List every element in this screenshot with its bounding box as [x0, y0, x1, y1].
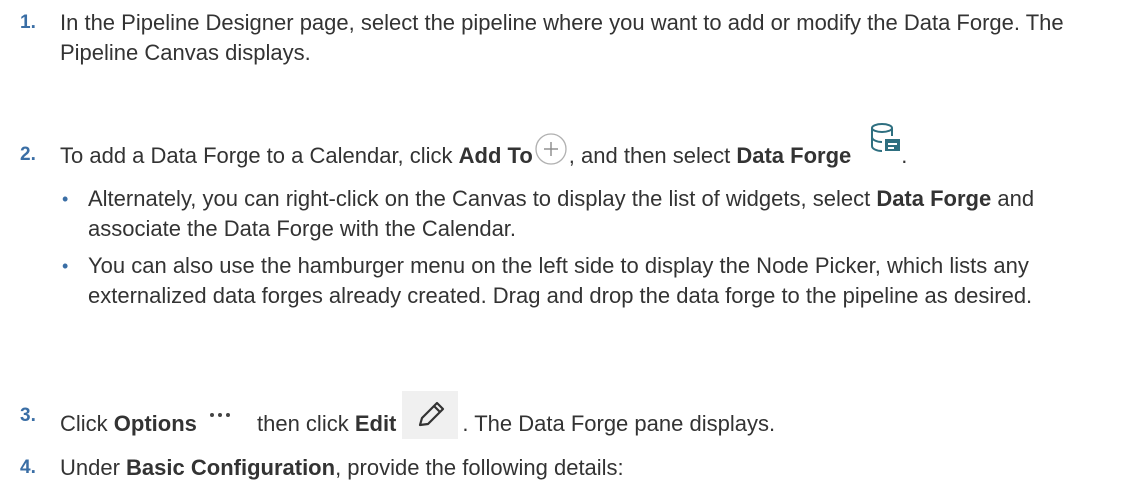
step-text: Click Options then click Edit. The Data … [60, 391, 1120, 449]
bullet-dot: • [62, 189, 69, 209]
step-number: 3. [20, 405, 36, 426]
data-forge-label: Data Forge [736, 142, 852, 168]
basic-configuration-label: Basic Configuration [126, 455, 336, 480]
step-number: 2. [20, 144, 36, 165]
step-text-part: To add a Data Forge to a Calendar, click [60, 142, 459, 168]
bullet-text: Alternately, you can right-click on the … [88, 186, 1035, 241]
step-number: 1. [20, 12, 36, 33]
step-number: 4. [20, 457, 36, 478]
add-to-plus-icon[interactable] [534, 132, 568, 166]
step-text-part: , and then select [568, 142, 737, 168]
options-more-icon[interactable] [207, 403, 233, 423]
add-to-label: Add To [458, 142, 533, 168]
step-text: To add a Data Forge to a Calendar, click… [60, 123, 1120, 174]
step-text-part: . [901, 142, 908, 168]
edit-label: Edit [354, 410, 397, 436]
step-text: Under Basic Configuration, provide the f… [60, 455, 624, 480]
options-label: Options [113, 410, 197, 436]
bullet-text: You can also use the hamburger menu on t… [88, 253, 1033, 308]
step-text: In the Pipeline Designer page, select th… [60, 10, 1064, 65]
data-forge-database-icon[interactable] [869, 122, 901, 156]
edit-pencil-icon[interactable] [402, 391, 459, 439]
bullet-dot: • [62, 256, 69, 276]
